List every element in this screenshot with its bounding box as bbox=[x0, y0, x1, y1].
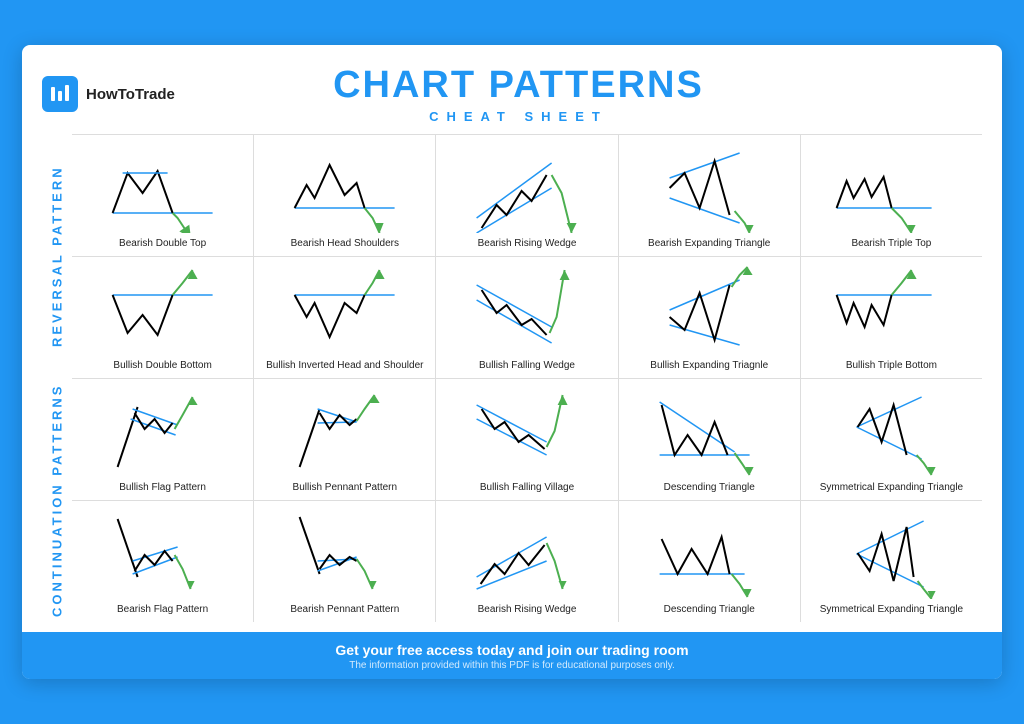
cell-bullish-double-bottom: Bullish Double Bottom bbox=[72, 257, 254, 378]
chart-bearish-head-shoulders bbox=[258, 143, 431, 233]
chart-bearish-rising-wedge bbox=[440, 143, 613, 233]
cell-bullish-expanding-triangle: Bullish Expanding Triagnle bbox=[619, 257, 801, 378]
chart-bullish-triple-bottom bbox=[805, 265, 978, 355]
logo-area: HowToTrade bbox=[42, 76, 175, 112]
cell-bearish-flag: Bearish Flag Pattern bbox=[72, 501, 254, 622]
chart-bullish-double-bottom bbox=[76, 265, 249, 355]
name-bullish-inverted-hs: Bullish Inverted Head and Shoulder bbox=[266, 359, 423, 372]
chart-bearish-flag bbox=[76, 509, 249, 599]
logo-svg bbox=[49, 83, 71, 105]
pattern-row-3: Bullish Flag Pattern Bullish Pennant Pat… bbox=[72, 378, 982, 500]
name-bullish-pennant: Bullish Pennant Pattern bbox=[293, 481, 398, 494]
chart-bullish-flag bbox=[76, 387, 249, 477]
chart-bullish-falling-village bbox=[440, 387, 613, 477]
name-bearish-flag: Bearish Flag Pattern bbox=[117, 603, 208, 616]
cell-bullish-triple-bottom: Bullish Triple Bottom bbox=[801, 257, 982, 378]
name-bullish-triple-bottom: Bullish Triple Bottom bbox=[846, 359, 937, 372]
logo-text: HowToTrade bbox=[86, 86, 175, 103]
reversal-label: REVERSAL PATTERN bbox=[42, 134, 72, 378]
chart-bullish-falling-wedge bbox=[440, 265, 613, 355]
chart-bullish-pennant bbox=[258, 387, 431, 477]
footer-sub-text: The information provided within this PDF… bbox=[42, 660, 982, 671]
footer-main-text: Get your free access today and join our … bbox=[42, 642, 982, 658]
cell-bearish-expanding-triangle: Bearish Expanding Triangle bbox=[619, 135, 801, 256]
name-descending-triangle-1: Descending Triangle bbox=[664, 481, 755, 494]
cell-descending-triangle-2: Descending Triangle bbox=[619, 501, 801, 622]
chart-bearish-expanding-triangle bbox=[623, 143, 796, 233]
cell-descending-triangle-1: Descending Triangle bbox=[619, 379, 801, 500]
chart-descending-triangle-1 bbox=[623, 387, 796, 477]
footer: Get your free access today and join our … bbox=[22, 632, 1002, 679]
cell-bearish-head-shoulders: Bearish Head Shoulders bbox=[254, 135, 436, 256]
title-area: CHART PATTERNS CHEAT SHEET bbox=[175, 65, 862, 124]
name-bearish-expanding-triangle: Bearish Expanding Triangle bbox=[648, 237, 770, 250]
name-symmetrical-expanding-1: Symmetrical Expanding Triangle bbox=[820, 481, 963, 494]
name-bullish-flag: Bullish Flag Pattern bbox=[119, 481, 206, 494]
name-bearish-double-top: Bearish Double Top bbox=[119, 237, 206, 250]
name-bearish-triple-top: Bearish Triple Top bbox=[851, 237, 931, 250]
cell-bearish-double-top: Bearish Double Top bbox=[72, 135, 254, 256]
name-bearish-head-shoulders: Bearish Head Shoulders bbox=[291, 237, 399, 250]
patterns-grid-container: REVERSAL PATTERN CONTINUATION PATTERNS B… bbox=[42, 134, 982, 622]
continuation-label: CONTINUATION PATTERNS bbox=[42, 378, 72, 622]
cell-bullish-pennant: Bullish Pennant Pattern bbox=[254, 379, 436, 500]
cell-bearish-pennant: Bearish Pennant Pattern bbox=[254, 501, 436, 622]
cell-bullish-inverted-hs: Bullish Inverted Head and Shoulder bbox=[254, 257, 436, 378]
cell-bullish-falling-wedge: Bullish Falling Wedge bbox=[436, 257, 618, 378]
cell-symmetrical-expanding-1: Symmetrical Expanding Triangle bbox=[801, 379, 982, 500]
name-bearish-rising-wedge-2: Bearish Rising Wedge bbox=[478, 603, 577, 616]
sub-title: CHEAT SHEET bbox=[175, 109, 862, 124]
chart-symmetrical-expanding-1 bbox=[805, 387, 978, 477]
chart-bearish-double-top bbox=[76, 143, 249, 233]
chart-descending-triangle-2 bbox=[623, 509, 796, 599]
patterns-grid: Bearish Double Top Bearish Head Shoulder… bbox=[72, 134, 982, 622]
name-descending-triangle-2: Descending Triangle bbox=[664, 603, 755, 616]
cell-bearish-triple-top: Bearish Triple Top bbox=[801, 135, 982, 256]
chart-bearish-triple-top bbox=[805, 143, 978, 233]
cell-bearish-rising-wedge-2: Bearish Rising Wedge bbox=[436, 501, 618, 622]
name-bullish-falling-village: Bullish Falling Village bbox=[480, 481, 574, 494]
cell-bullish-falling-village: Bullish Falling Village bbox=[436, 379, 618, 500]
chart-bullish-inverted-hs bbox=[258, 265, 431, 355]
pattern-row-1: Bearish Double Top Bearish Head Shoulder… bbox=[72, 134, 982, 256]
name-bullish-falling-wedge: Bullish Falling Wedge bbox=[479, 359, 575, 372]
pattern-row-2: Bullish Double Bottom Bullish Inverted H… bbox=[72, 256, 982, 378]
chart-symmetrical-expanding-2 bbox=[805, 509, 978, 599]
cell-symmetrical-expanding-2: Symmetrical Expanding Triangle bbox=[801, 501, 982, 622]
name-bearish-pennant: Bearish Pennant Pattern bbox=[290, 603, 399, 616]
pattern-row-4: Bearish Flag Pattern Bearish Pennant Pat… bbox=[72, 500, 982, 622]
cell-bearish-rising-wedge: Bearish Rising Wedge bbox=[436, 135, 618, 256]
logo-icon bbox=[42, 76, 78, 112]
main-title: CHART PATTERNS bbox=[175, 65, 862, 107]
chart-bearish-pennant bbox=[258, 509, 431, 599]
name-bullish-double-bottom: Bullish Double Bottom bbox=[113, 359, 211, 372]
chart-bullish-expanding-triangle bbox=[623, 265, 796, 355]
header: HowToTrade CHART PATTERNS CHEAT SHEET bbox=[42, 65, 982, 124]
chart-bearish-rising-wedge-2 bbox=[440, 509, 613, 599]
main-card: HowToTrade CHART PATTERNS CHEAT SHEET RE… bbox=[22, 45, 1002, 679]
name-symmetrical-expanding-2: Symmetrical Expanding Triangle bbox=[820, 603, 963, 616]
name-bullish-expanding-triangle: Bullish Expanding Triagnle bbox=[650, 359, 768, 372]
name-bearish-rising-wedge: Bearish Rising Wedge bbox=[478, 237, 577, 250]
section-labels: REVERSAL PATTERN CONTINUATION PATTERNS bbox=[42, 134, 72, 622]
cell-bullish-flag: Bullish Flag Pattern bbox=[72, 379, 254, 500]
